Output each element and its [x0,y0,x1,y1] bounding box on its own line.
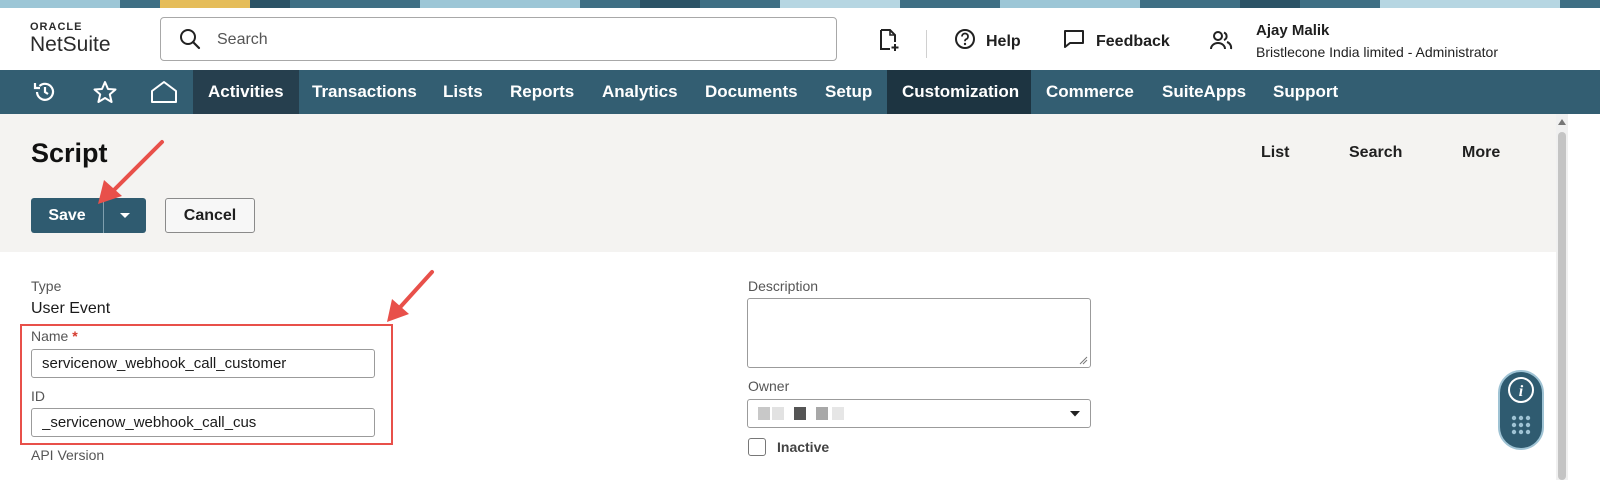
redacted-owner-value [832,407,844,420]
more-link[interactable]: More [1462,144,1500,162]
type-value: User Event [31,300,111,317]
user-role[interactable]: Bristlecone India limited - Administrato… [1256,44,1498,60]
header-divider [926,30,927,58]
nav-analytics[interactable]: Analytics [587,70,693,114]
svg-text:i: i [1519,383,1524,400]
nav-commerce[interactable]: Commerce [1031,70,1149,114]
info-icon: i [1508,377,1534,435]
nav-customization[interactable]: Customization [887,70,1031,114]
logo-oracle-text: ORACLE [30,21,83,33]
scrollbar-thumb[interactable] [1558,132,1566,480]
search-input[interactable] [217,28,807,52]
help-icon [954,28,976,55]
caret-down-icon [120,212,130,218]
api-version-label: API Version [31,447,105,463]
redacted-owner-value [758,407,770,420]
main-navigation: Activities Transactions Lists Reports An… [0,70,1600,114]
inactive-checkbox[interactable] [748,438,766,456]
annotation-arrow-fields [387,270,434,322]
nav-transactions[interactable]: Transactions [297,70,432,114]
cancel-button[interactable]: Cancel [165,198,255,233]
right-gutter [1568,114,1600,480]
page-scrollbar[interactable] [1556,114,1568,480]
annotation-arrow-save [98,140,164,204]
netsuite-logo[interactable]: ORACLE NetSuite [30,21,111,56]
redacted-owner-value [816,407,828,420]
nav-support[interactable]: Support [1258,70,1353,114]
header-decoration [0,0,1600,8]
top-header: ORACLE NetSuite Help Feedback Ajay Malik… [0,8,1600,70]
nav-lists[interactable]: Lists [428,70,498,114]
description-label: Description [748,278,819,294]
search-link[interactable]: Search [1349,144,1402,162]
feedback-label: Feedback [1096,32,1170,50]
global-search[interactable] [160,17,837,61]
inactive-label: Inactive [777,439,830,455]
annotation-highlight-box [20,324,393,445]
owner-select[interactable] [747,399,1091,428]
feedback-icon [1062,28,1086,55]
help-widget[interactable]: i [1498,370,1544,450]
feedback-button[interactable]: Feedback [1062,28,1170,55]
home-icon[interactable] [150,80,178,109]
nav-suiteapps[interactable]: SuiteApps [1147,70,1261,114]
description-field[interactable] [747,298,1091,368]
nav-documents[interactable]: Documents [690,70,813,114]
nav-activities[interactable]: Activities [193,70,299,114]
user-roles-icon[interactable] [1209,29,1233,51]
logo-netsuite-text: NetSuite [30,33,111,56]
owner-label: Owner [748,378,790,394]
recent-records-icon[interactable] [32,80,58,109]
create-new-icon[interactable] [878,28,900,52]
scroll-up-icon [1558,119,1566,125]
help-button[interactable]: Help [954,28,1021,55]
redacted-owner-value [794,407,806,420]
nav-reports[interactable]: Reports [495,70,589,114]
redacted-owner-value [772,407,784,420]
favorites-star-icon[interactable] [92,80,118,109]
resize-grip-icon [1079,356,1088,365]
search-icon [179,28,201,55]
list-link[interactable]: List [1261,144,1289,162]
help-label: Help [986,32,1021,50]
chevron-down-icon [1070,411,1080,417]
type-label: Type [31,278,62,294]
user-name[interactable]: Ajay Malik [1256,22,1329,39]
nav-setup[interactable]: Setup [810,70,887,114]
